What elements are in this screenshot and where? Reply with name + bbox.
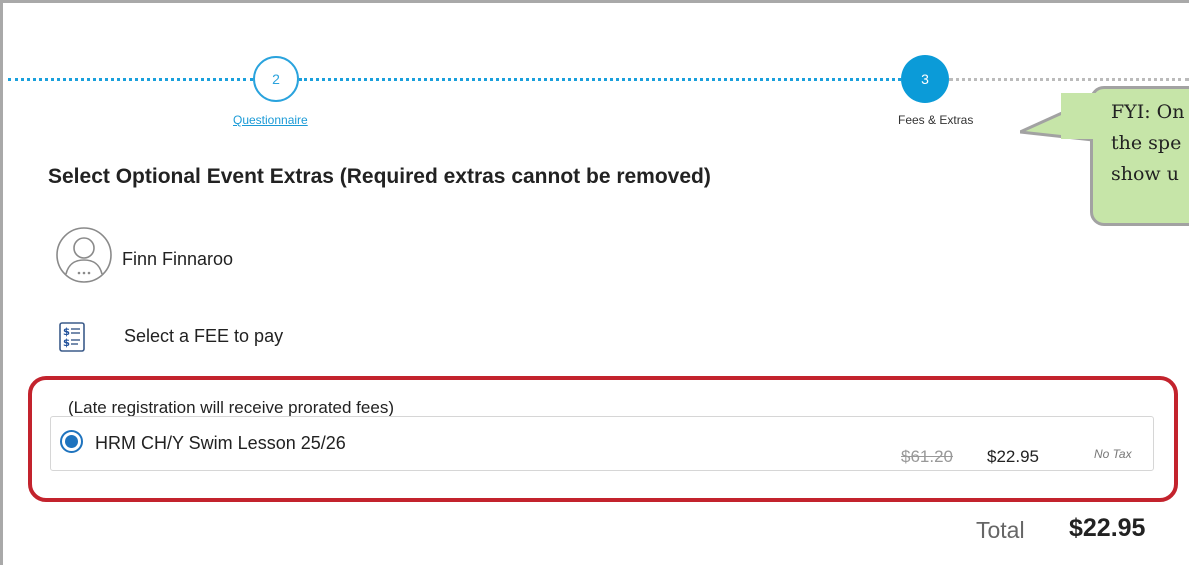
step-questionnaire-link[interactable]: Questionnaire [233, 113, 308, 127]
fyi-callout: FYI: On the spe show u [1090, 86, 1189, 226]
step-fees-extras-label: Fees & Extras [898, 113, 974, 127]
svg-text:$: $ [63, 338, 70, 349]
stepper-line-completed [8, 78, 253, 81]
stepper-line-pending [949, 78, 1189, 81]
fee-prompt: Select a FEE to pay [124, 326, 284, 346]
step-2-circle[interactable]: 2 [253, 56, 299, 102]
section-title: Select Optional Event Extras (Required e… [48, 165, 711, 188]
callout-tail-cover [1061, 93, 1101, 139]
late-registration-note: (Late registration will receive prorated… [68, 398, 394, 417]
fee-option-row[interactable]: HRM CH/Y Swim Lesson 25/26 $61.20 $22.95… [50, 416, 1154, 471]
callout-line: show u [1111, 163, 1179, 185]
user-avatar-icon [56, 227, 112, 283]
callout-line: the spe [1111, 132, 1182, 154]
fee-original-price: $61.20 [901, 447, 953, 466]
callout-line: FYI: On [1111, 101, 1185, 123]
fee-tax-label: No Tax [1094, 447, 1132, 461]
fee-name: HRM CH/Y Swim Lesson 25/26 [95, 433, 346, 453]
total-value: $22.95 [1069, 514, 1146, 542]
fee-list-icon: $ $ [59, 322, 85, 352]
total-label: Total [976, 517, 1025, 543]
member-name: Finn Finnaroo [122, 249, 234, 269]
fee-radio-selected[interactable] [60, 430, 83, 453]
stepper-line-completed [299, 78, 901, 81]
fee-price: $22.95 [987, 447, 1039, 466]
step-3-circle: 3 [901, 55, 949, 103]
svg-text:$: $ [63, 327, 70, 338]
